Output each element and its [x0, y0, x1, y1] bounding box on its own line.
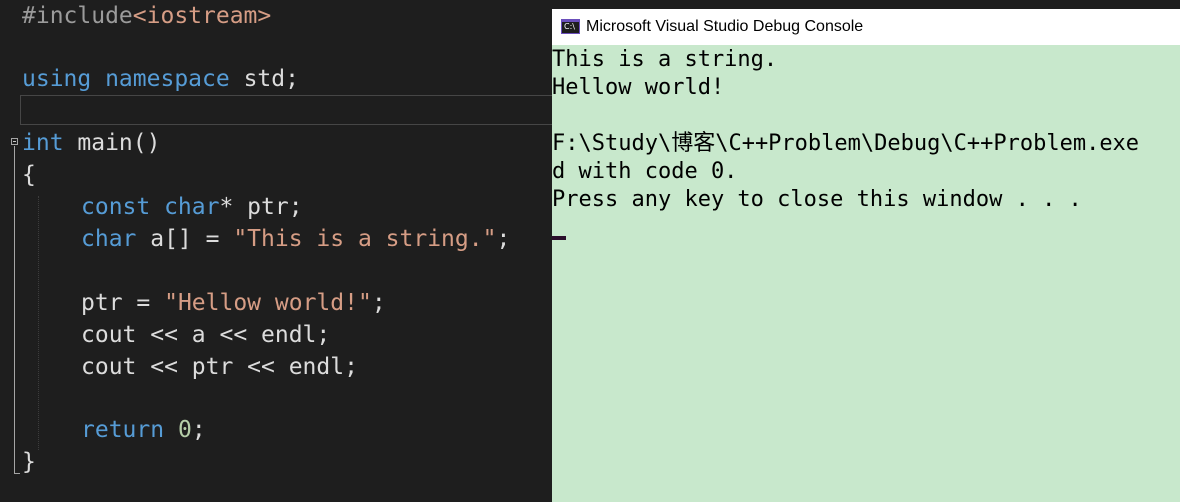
- console-window-icon: C:\: [561, 19, 580, 34]
- code-line-array-decl[interactable]: char a[] = "This is a string.";: [81, 223, 510, 255]
- code-line-main[interactable]: int main(): [22, 127, 160, 159]
- include-header: <iostream>: [132, 3, 272, 29]
- code-line-include[interactable]: #include<iostream>: [22, 0, 271, 32]
- keyword: using namespace: [22, 66, 230, 92]
- text-cursor: [552, 236, 566, 240]
- code-line-ptr-assign[interactable]: ptr = "Hellow world!";: [81, 287, 386, 319]
- code-text: ;: [191, 417, 206, 443]
- console-titlebar[interactable]: C:\ Microsoft Visual Studio Debug Consol…: [552, 9, 1180, 45]
- code-text: cout << a << endl;: [81, 322, 331, 348]
- code-text: ;: [371, 290, 386, 316]
- code-line-close-brace[interactable]: }: [22, 446, 36, 478]
- collapse-region-icon[interactable]: [11, 138, 18, 145]
- console-line: This is a string.: [552, 47, 778, 72]
- fold-guide-line: [14, 146, 15, 474]
- fold-guide-end: [14, 473, 20, 474]
- code-editor[interactable]: #include<iostream> using namespace std; …: [0, 0, 560, 502]
- console-line: F:\Study\博客\C++Problem\Debug\C++Problem.…: [552, 131, 1140, 156]
- console-line: Press any key to close this window . . .: [552, 187, 1082, 212]
- code-text: * ptr;: [219, 194, 303, 220]
- console-line: d with code 0.: [552, 159, 738, 184]
- string-literal: "This is a string.": [233, 226, 497, 252]
- code-line-open-brace[interactable]: {: [22, 159, 36, 191]
- code-text: main(): [63, 130, 161, 156]
- code-text: ptr =: [81, 290, 165, 316]
- code-line-ptr-decl[interactable]: const char* ptr;: [81, 191, 303, 223]
- indent-guide: [38, 196, 40, 450]
- console-line: Hellow world!: [552, 75, 725, 100]
- code-text: a[] =: [136, 226, 234, 252]
- console-output[interactable]: This is a string. Hellow world! F:\Study…: [552, 46, 1180, 502]
- code-line-cout-ptr[interactable]: cout << ptr << endl;: [81, 351, 358, 383]
- code-line-using[interactable]: using namespace std;: [22, 63, 299, 95]
- keyword: char: [81, 226, 137, 252]
- current-line-highlight: [20, 95, 560, 125]
- string-literal: "Hellow world!": [164, 290, 372, 316]
- code-text: std;: [229, 66, 299, 92]
- code-text: ;: [496, 226, 511, 252]
- keyword: return: [81, 417, 165, 443]
- number-literal: 0: [177, 417, 192, 443]
- code-line-cout-a[interactable]: cout << a << endl;: [81, 319, 330, 351]
- debug-console-window[interactable]: C:\ Microsoft Visual Studio Debug Consol…: [552, 9, 1180, 502]
- preprocessor-directive: #include: [22, 3, 133, 29]
- console-title: Microsoft Visual Studio Debug Console: [586, 18, 864, 35]
- code-text: cout << ptr << endl;: [81, 354, 358, 380]
- keyword: int: [22, 130, 64, 156]
- code-text: }: [22, 449, 36, 475]
- code-text: {: [22, 162, 36, 188]
- code-line-return[interactable]: return 0;: [81, 414, 206, 446]
- keyword: const char: [81, 194, 220, 220]
